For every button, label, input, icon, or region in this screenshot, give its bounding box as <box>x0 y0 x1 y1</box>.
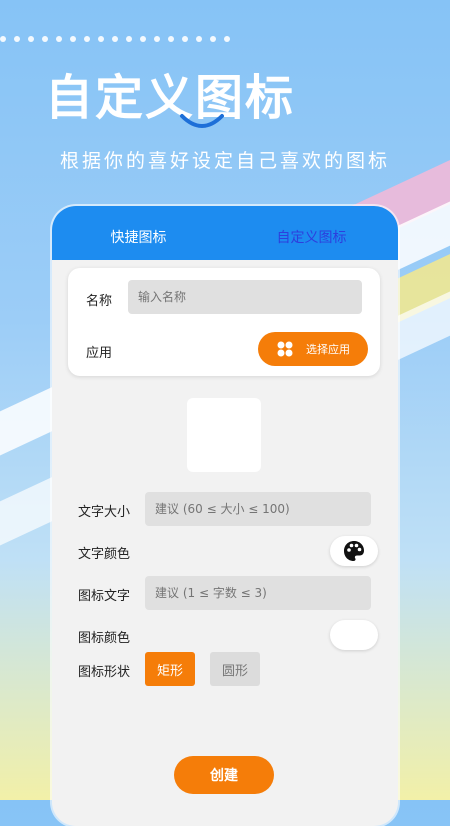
icon-text-input[interactable] <box>145 576 371 610</box>
create-button[interactable]: 创建 <box>174 756 274 794</box>
decorative-dots <box>0 36 230 42</box>
icon-shape-label: 图标形状 <box>78 665 131 680</box>
text-color-label: 文字颜色 <box>78 547 131 562</box>
hero-subtitle: 根据你的喜好设定自己喜欢的图标 <box>59 150 390 172</box>
tab-quick-icons[interactable]: 快捷图标 <box>52 219 225 247</box>
text-size-label: 文字大小 <box>78 505 131 520</box>
tab-bar: 快捷图标 自定义图标 <box>52 206 398 260</box>
icon-text-label: 图标文字 <box>78 589 131 604</box>
name-label: 名称 <box>86 294 113 309</box>
shape-circle-button[interactable]: 圆形 <box>210 652 260 686</box>
icon-color-label: 图标颜色 <box>78 631 131 646</box>
phone-mockup: 快捷图标 自定义图标 名称 应用 选择应用 文字大小 文字颜色 图标文字 图标颜… <box>52 206 398 826</box>
grid-apps-icon <box>277 341 293 357</box>
app-label: 应用 <box>86 346 113 361</box>
shape-rect-button[interactable]: 矩形 <box>145 652 195 686</box>
select-app-button[interactable]: 选择应用 <box>258 332 368 366</box>
select-app-label: 选择应用 <box>306 343 350 356</box>
text-color-picker[interactable] <box>330 536 378 566</box>
name-input[interactable] <box>128 280 362 314</box>
hero-title: 自定义图标 <box>44 70 295 126</box>
icon-preview <box>187 398 261 472</box>
tab-custom-icons[interactable]: 自定义图标 <box>225 219 398 247</box>
palette-icon <box>344 541 364 561</box>
smile-icon <box>180 114 224 128</box>
text-size-input[interactable] <box>145 492 371 526</box>
icon-color-picker[interactable] <box>330 620 378 650</box>
name-app-card: 名称 应用 选择应用 <box>68 268 380 376</box>
